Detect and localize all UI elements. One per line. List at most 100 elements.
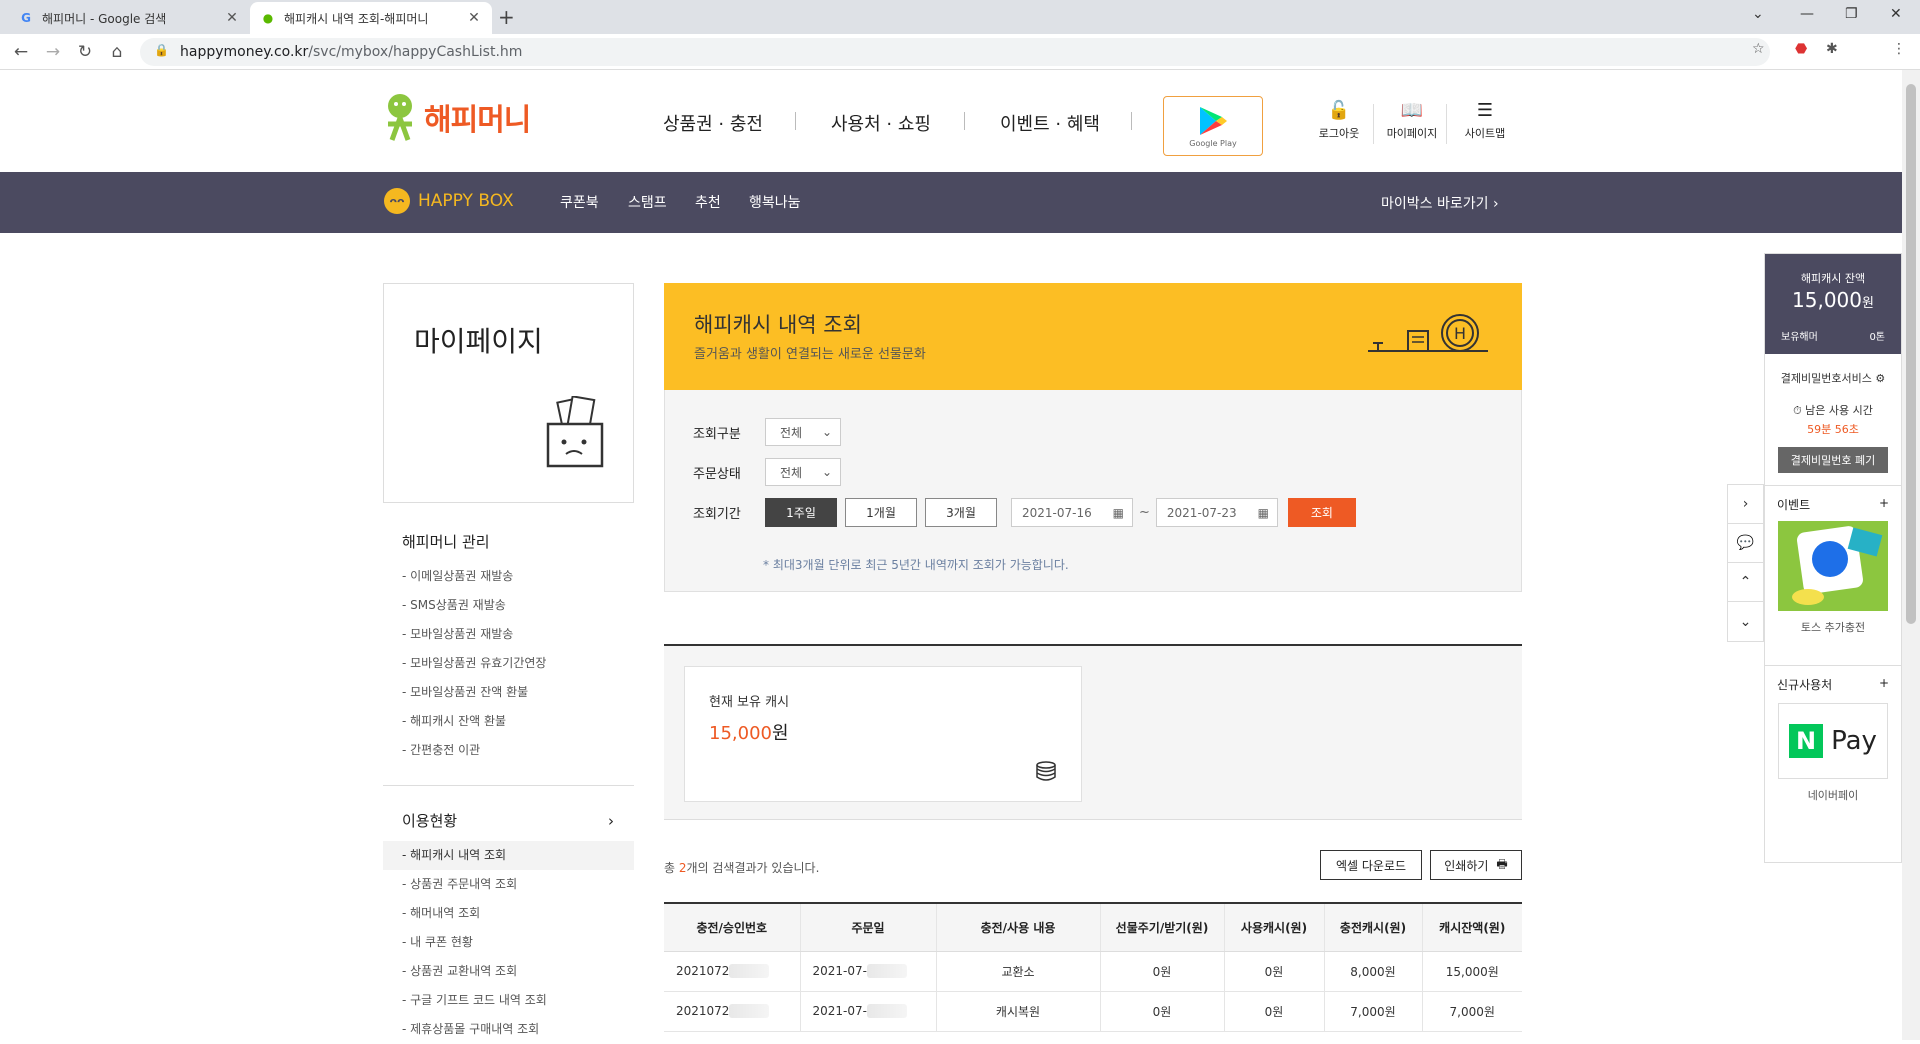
cell-text: 2021-07- [812,1003,867,1018]
minimize-icon[interactable]: — [1800,6,1814,22]
subnav-stamp[interactable]: 스탬프 [628,192,667,212]
address-bar[interactable]: 🔒 happymoney.co.kr/svc/mybox/happyCashLi… [140,38,1770,66]
close-window-icon[interactable]: ✕ [1890,6,1902,22]
coin-illustration-icon: H [1368,314,1488,352]
payment-password-service[interactable]: 결제비밀번호서비스 ⚙ [1765,370,1901,386]
google-play-button[interactable]: Google Play [1163,96,1263,156]
chat-icon[interactable]: 💬 [1728,524,1763,563]
logo-text: 해피머니 [424,103,531,138]
sidebar-item-order-history[interactable]: - 상품권 주문내역 조회 [383,870,634,899]
gnb-event[interactable]: 이벤트 · 혜택 [1000,110,1100,136]
sidebar-item-email-resend[interactable]: - 이메일상품권 재발송 [383,562,634,591]
print-button[interactable]: 인쇄하기 🖶 [1430,850,1522,880]
scrollbar-thumb[interactable] [1906,84,1916,624]
plus-icon[interactable]: + [1879,676,1889,693]
back-icon[interactable]: ← [10,42,32,62]
unlock-icon: 🔓 [1327,100,1351,121]
redaction-blur [729,964,770,979]
page-scrollbar[interactable] [1902,70,1920,1040]
browser-menu-icon[interactable]: ⋮ [1892,41,1906,57]
col-content: 충전/사용 내용 [936,903,1101,952]
page-title: 해피캐시 내역 조회 [694,313,862,337]
search-type-select[interactable]: 전체 ⌄ [765,418,841,446]
gnb-shopping[interactable]: 사용처 · 쇼핑 [831,110,931,136]
sidebar-item-transfer[interactable]: - 간편충전 이관 [383,736,634,765]
calendar-icon[interactable]: ▦ [1258,506,1269,520]
sidebar-item-sms-resend[interactable]: - SMS상품권 재발송 [383,591,634,620]
reload-icon[interactable]: ↻ [74,42,96,62]
mypage-card: 마이페이지 [383,283,634,503]
event-label: 이벤트 [1777,498,1811,512]
date-from-input[interactable]: 2021-07-16 ▦ [1011,498,1133,527]
plus-icon[interactable]: + [1879,496,1889,513]
sidebar-item-mobile-refund[interactable]: - 모바일상품권 잔액 환불 [383,678,634,707]
toss-event-banner[interactable] [1778,521,1888,611]
current-cash-label: 현재 보유 캐시 [709,695,790,710]
tab-google-search[interactable]: G 해피머니 - Google 검색 ✕ [8,2,250,34]
util-divider [1446,104,1447,144]
date-to-input[interactable]: 2021-07-23 ▦ [1155,498,1278,527]
excel-download-button[interactable]: 엑셀 다운로드 [1320,850,1422,880]
order-status-select[interactable]: 전체 ⌄ [765,458,841,486]
sidebar-item-mobile-extend[interactable]: - 모바일상품권 유효기간연장 [383,649,634,678]
subnav-sharing[interactable]: 행복나눔 [749,192,801,212]
naverpay-banner[interactable]: N Pay [1778,703,1888,779]
mypage-button[interactable]: 📖 마이페이지 [1382,100,1442,141]
period-3month-button[interactable]: 3개월 [925,498,997,527]
tab-happycash[interactable]: ● 해피캐시 내역 조회-해피머니 ✕ [250,2,492,34]
new-tab-icon[interactable]: + [498,5,515,29]
col-used: 사용캐시(원) [1224,903,1325,952]
home-icon[interactable]: ⌂ [106,42,128,62]
logout-button[interactable]: 🔓 로그아웃 [1309,100,1369,141]
redaction-blur [866,1004,907,1019]
sidebar-item-my-coupons[interactable]: - 내 쿠폰 현황 [383,928,634,957]
gift-box-icon [546,396,604,468]
cell-approval-no[interactable]: 2021072 [664,991,801,1032]
subnav-couponbook[interactable]: 쿠폰북 [560,192,599,212]
scroll-bottom-icon[interactable]: ⌄ [1728,602,1763,641]
search-submit-button[interactable]: 조회 [1287,498,1356,527]
sidebar-divider [383,785,634,786]
close-tab-icon[interactable]: ✕ [224,10,240,26]
book-icon: 📖 [1400,100,1424,121]
sidebar-section-usage[interactable]: 이용현황 › [383,810,634,831]
order-status-label: 주문상태 [693,466,741,482]
discard-password-button[interactable]: 결제비밀번호 폐기 [1778,447,1888,473]
sidebar-item-happycash-history[interactable]: - 해피캐시 내역 조회 [383,841,634,870]
page-subtitle: 즐거움과 생활이 연결되는 새로운 선물문화 [694,347,926,362]
mybox-shortcut-link[interactable]: 마이박스 바로가기 › [1381,193,1499,213]
happymoney-logo[interactable]: 해피머니 [382,92,531,142]
current-cash-amount: 15,000 [709,723,772,744]
quick-panel: 해피캐시 잔액 15,000원 보유해머 0톤 결제비밀번호서비스 ⚙ ⏱ 남은… [1764,253,1902,863]
sidebar-item-mobile-resend[interactable]: - 모바일상품권 재발송 [383,620,634,649]
close-tab-icon[interactable]: ✕ [466,10,482,26]
chevron-right-icon[interactable]: › [1728,485,1763,524]
cell-gift: 0원 [1100,951,1225,992]
sidebar-item-cash-refund[interactable]: - 해피캐시 잔액 환불 [383,707,634,736]
period-1month-button[interactable]: 1개월 [845,498,917,527]
bookmark-star-icon[interactable]: ☆ [1752,41,1765,57]
happybox-brand[interactable]: ᴖᴖ HAPPY BOX [384,188,514,214]
calendar-icon[interactable]: ▦ [1113,506,1124,520]
period-1week-button[interactable]: 1주일 [765,498,837,527]
remaining-time-label: ⏱ 남은 사용 시간 [1765,402,1901,418]
google-play-label: Google Play [1189,138,1237,148]
scroll-top-icon[interactable]: ⌃ [1728,563,1763,602]
result-count: 총 2개의 검색결과가 있습니다. [664,859,819,876]
maximize-icon[interactable]: ❐ [1845,6,1858,22]
forward-icon[interactable]: → [42,42,64,62]
col-charged: 충전캐시(원) [1324,903,1423,952]
extensions-icon[interactable]: ✱ [1826,41,1838,57]
hammer-label: 보유해머 [1781,332,1818,343]
gnb-giftcard[interactable]: 상품권 · 충전 [663,110,763,136]
sidebar-item-exchange-history[interactable]: - 상품권 교환내역 조회 [383,957,634,986]
cell-approval-no[interactable]: 2021072 [664,951,801,992]
sitemap-button[interactable]: ☰ 사이트맵 [1455,100,1515,141]
sidebar-item-hammer-history[interactable]: - 해머내역 조회 [383,899,634,928]
subnav-recommend[interactable]: 추천 [695,192,721,212]
sidebar-item-google-gift[interactable]: - 구글 기프트 코드 내역 조회 [383,986,634,1015]
adblock-extension-icon[interactable]: ⬣ [1795,41,1807,57]
search-panel: 조회구분 전체 ⌄ 주문상태 전체 ⌄ 조회기간 1주일 1개월 3개월 2021-… [664,390,1522,592]
search-type-label: 조회구분 [693,426,741,442]
tab-search-icon[interactable]: ⌄ [1752,6,1764,22]
